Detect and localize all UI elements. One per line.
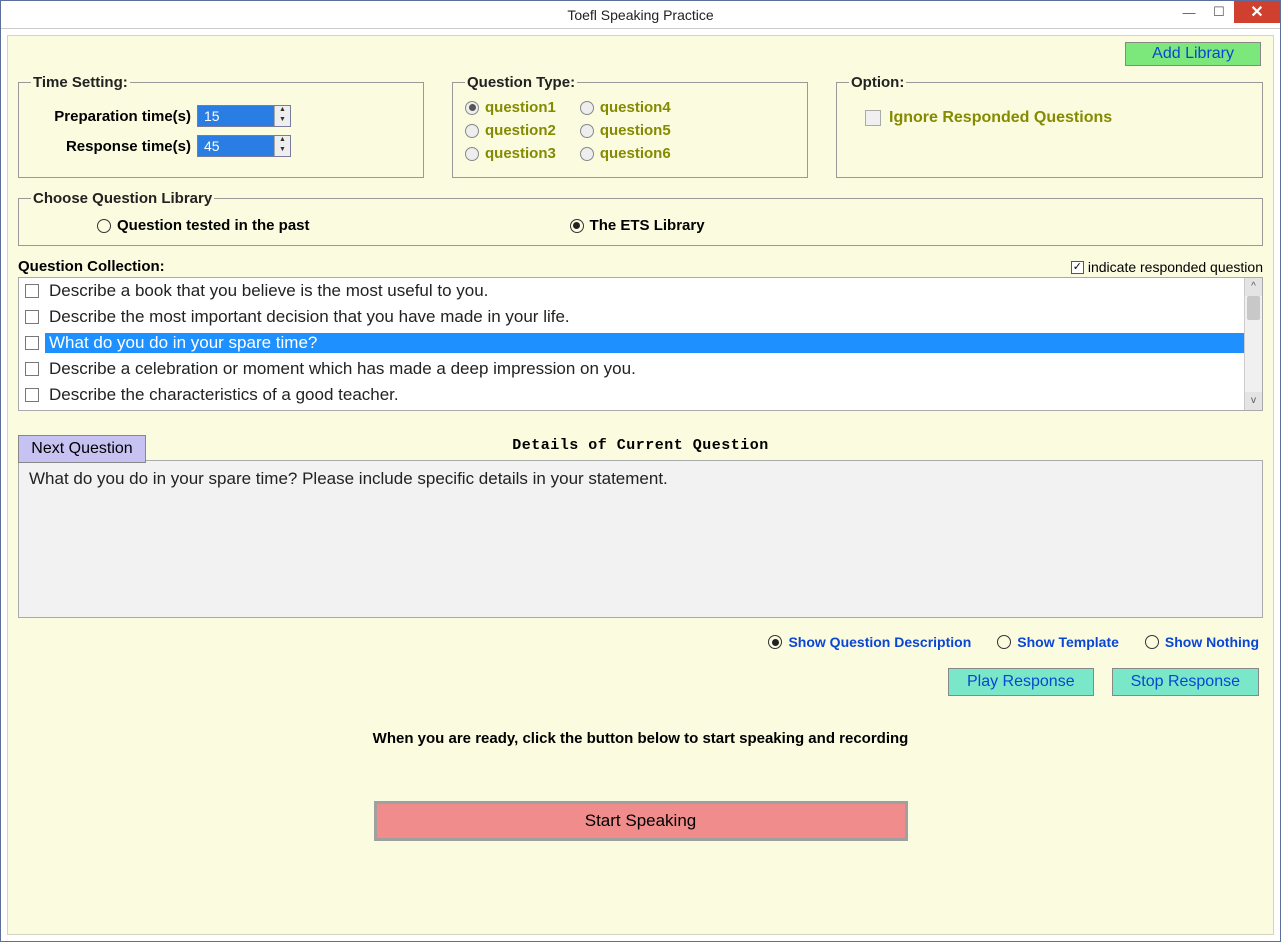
list-item[interactable]: Describe a book that you believe is the … bbox=[19, 278, 1262, 304]
library-group: Choose Question Library Question tested … bbox=[18, 190, 1263, 246]
details-title: Details of Current Question bbox=[18, 437, 1263, 454]
qtype-radio-question4[interactable]: question4 bbox=[580, 99, 671, 116]
question-type-legend: Question Type: bbox=[465, 74, 577, 91]
checkbox-icon: ✓ bbox=[1071, 261, 1084, 274]
next-question-button[interactable]: Next Question bbox=[18, 435, 146, 463]
radio-icon bbox=[1145, 635, 1159, 649]
details-textbox: What do you do in your spare time? Pleas… bbox=[18, 460, 1263, 618]
prep-time-spinner[interactable]: ▲▼ bbox=[197, 105, 291, 127]
minimize-button[interactable]: — bbox=[1174, 1, 1204, 23]
radio-icon bbox=[997, 635, 1011, 649]
qtype-radio-question3[interactable]: question3 bbox=[465, 145, 556, 162]
close-button[interactable]: ✕ bbox=[1234, 1, 1280, 23]
prep-spin-up[interactable]: ▲ bbox=[275, 106, 290, 116]
titlebar: Toefl Speaking Practice — ☐ ✕ bbox=[1, 1, 1280, 29]
checkbox-icon[interactable] bbox=[25, 284, 39, 298]
qtype-radio-question2[interactable]: question2 bbox=[465, 122, 556, 139]
radio-icon bbox=[465, 124, 479, 138]
checkbox-icon[interactable] bbox=[25, 362, 39, 376]
stop-response-button[interactable]: Stop Response bbox=[1112, 668, 1259, 696]
radio-icon bbox=[580, 101, 594, 115]
indicate-responded-checkbox[interactable]: ✓ indicate responded question bbox=[1071, 259, 1263, 275]
resp-time-spinner[interactable]: ▲▼ bbox=[197, 135, 291, 157]
content-area: Add Library Time Setting: Preparation ti… bbox=[7, 35, 1274, 935]
prep-time-label: Preparation time(s) bbox=[31, 108, 191, 125]
list-item[interactable]: Describe a celebration or moment which h… bbox=[19, 356, 1262, 382]
window-title: Toefl Speaking Practice bbox=[1, 7, 1280, 23]
scrollbar[interactable]: ^ v bbox=[1244, 278, 1262, 410]
radio-icon bbox=[465, 147, 479, 161]
scroll-thumb[interactable] bbox=[1247, 296, 1260, 320]
radio-icon bbox=[768, 635, 782, 649]
indicate-responded-label: indicate responded question bbox=[1088, 259, 1263, 275]
scroll-down-icon[interactable]: v bbox=[1245, 392, 1262, 410]
radio-icon bbox=[580, 124, 594, 138]
play-response-button[interactable]: Play Response bbox=[948, 668, 1094, 696]
checkbox-icon[interactable] bbox=[25, 336, 39, 350]
show-nothing-radio[interactable]: Show Nothing bbox=[1145, 634, 1259, 650]
radio-icon bbox=[570, 219, 584, 233]
radio-icon bbox=[580, 147, 594, 161]
qtype-radio-question1[interactable]: question1 bbox=[465, 99, 556, 116]
prep-spin-down[interactable]: ▼ bbox=[275, 116, 290, 126]
resp-spin-up[interactable]: ▲ bbox=[275, 136, 290, 146]
checkbox-icon[interactable] bbox=[25, 310, 39, 324]
ready-message: When you are ready, click the button bel… bbox=[18, 730, 1263, 747]
option-group: Option: Ignore Responded Questions bbox=[836, 74, 1263, 178]
library-radio-past[interactable]: Question tested in the past bbox=[97, 217, 310, 234]
radio-icon bbox=[97, 219, 111, 233]
question-type-group: Question Type: question1 question2 quest… bbox=[452, 74, 808, 178]
option-legend: Option: bbox=[849, 74, 906, 91]
time-setting-group: Time Setting: Preparation time(s) ▲▼ Res… bbox=[18, 74, 424, 178]
resp-time-label: Response time(s) bbox=[31, 138, 191, 155]
app-window: Toefl Speaking Practice — ☐ ✕ Add Librar… bbox=[0, 0, 1281, 942]
show-description-radio[interactable]: Show Question Description bbox=[768, 634, 971, 650]
qtype-radio-question6[interactable]: question6 bbox=[580, 145, 671, 162]
resp-time-input[interactable] bbox=[198, 136, 274, 156]
checkbox-icon bbox=[865, 110, 881, 126]
library-radio-ets[interactable]: The ETS Library bbox=[570, 217, 705, 234]
show-template-radio[interactable]: Show Template bbox=[997, 634, 1119, 650]
prep-time-input[interactable] bbox=[198, 106, 274, 126]
window-controls: — ☐ ✕ bbox=[1174, 1, 1280, 23]
checkbox-icon[interactable] bbox=[25, 388, 39, 402]
list-item[interactable]: What do you do in your spare time? bbox=[19, 330, 1262, 356]
ignore-responded-checkbox-row[interactable]: Ignore Responded Questions bbox=[865, 109, 1250, 127]
question-listbox[interactable]: Describe a book that you believe is the … bbox=[18, 277, 1263, 411]
maximize-button[interactable]: ☐ bbox=[1204, 1, 1234, 23]
add-library-button[interactable]: Add Library bbox=[1125, 42, 1261, 66]
radio-icon bbox=[465, 101, 479, 115]
time-setting-legend: Time Setting: bbox=[31, 74, 130, 91]
qtype-radio-question5[interactable]: question5 bbox=[580, 122, 671, 139]
collection-title: Question Collection: bbox=[18, 258, 165, 275]
start-speaking-button[interactable]: Start Speaking bbox=[374, 801, 908, 841]
scroll-up-icon[interactable]: ^ bbox=[1245, 278, 1262, 296]
library-legend: Choose Question Library bbox=[31, 190, 214, 207]
ignore-responded-label: Ignore Responded Questions bbox=[889, 109, 1112, 127]
list-item[interactable]: Describe the characteristics of a good t… bbox=[19, 382, 1262, 408]
resp-spin-down[interactable]: ▼ bbox=[275, 146, 290, 156]
list-item[interactable]: Describe the most important decision tha… bbox=[19, 304, 1262, 330]
